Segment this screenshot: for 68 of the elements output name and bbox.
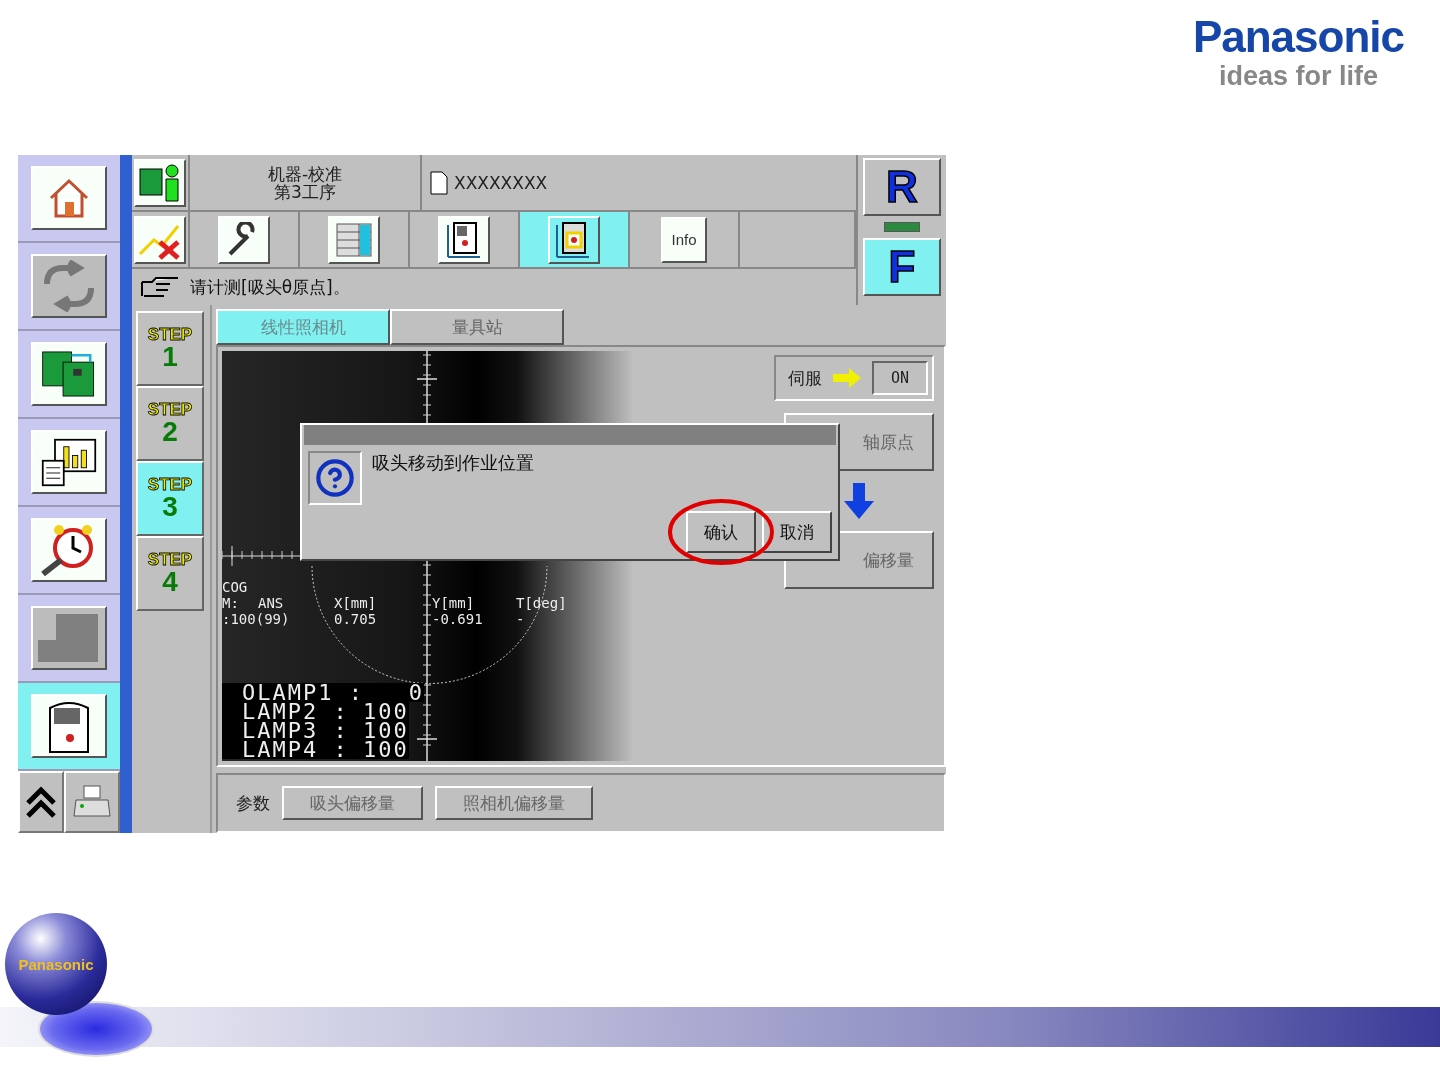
column-heading: X[mm] — [334, 595, 378, 611]
dialog-message: 吸头移动到作业位置 — [372, 451, 535, 475]
sidebar-button[interactable] — [31, 518, 107, 582]
lamp-value: 100 — [348, 740, 409, 759]
table-icon — [335, 221, 373, 258]
brand-tagline: ideas for life — [1218, 60, 1378, 92]
right-arrow-icon — [833, 368, 861, 388]
toolbar-button[interactable] — [328, 215, 380, 264]
sidebar-button[interactable] — [31, 342, 107, 406]
r-key[interactable]: R — [863, 158, 941, 216]
measurement-value: :100(99) — [222, 611, 291, 627]
toolbar-tab[interactable] — [520, 212, 630, 267]
toolbar-button[interactable] — [548, 215, 600, 264]
lamp-label: LAMP4 : — [222, 740, 349, 759]
column-heading: ANS — [258, 595, 285, 611]
sidebar-button[interactable] — [31, 430, 107, 494]
document-icon — [430, 170, 448, 195]
camera-tab[interactable]: 量具站 — [390, 309, 564, 345]
lamp-label: LAMP3 : — [222, 721, 349, 740]
measurement-value: -0.691 — [432, 611, 484, 627]
lamp-value: 0 — [363, 683, 424, 702]
brand-logo: Panasonic — [1192, 14, 1404, 60]
f-key[interactable]: F — [863, 238, 941, 296]
camera-tab[interactable]: 线性照相机 — [216, 309, 390, 345]
circuit-boards-icon — [41, 350, 97, 398]
servo-label: 伺服 — [788, 366, 822, 390]
bar-chart-report-icon — [41, 437, 97, 487]
instruction-message: 请计测[吸头θ原点]。 — [190, 275, 350, 299]
column-heading: T[deg] — [516, 595, 568, 611]
toolbar-button[interactable] — [438, 215, 490, 264]
pointing-hand-icon — [140, 276, 180, 298]
file-name: XXXXXXXX — [454, 172, 548, 193]
screen-title: 机器-校准 第3工序 — [190, 155, 422, 210]
double-chevron-up-icon — [25, 785, 57, 819]
cog-label: COG — [222, 579, 249, 595]
operator-board-icon — [138, 162, 182, 203]
column-heading: Y[mm] — [432, 595, 476, 611]
down-arrow-icon — [844, 483, 874, 519]
measurement-value: - — [516, 611, 526, 627]
measurement-value: 0.705 — [334, 611, 378, 627]
globe-logo: Panasonic — [5, 913, 107, 1015]
sidebar-button[interactable] — [31, 694, 107, 758]
step-button[interactable]: STEP 1 — [136, 311, 204, 386]
house-icon — [47, 176, 91, 220]
printer-icon — [72, 784, 112, 820]
machine-icon — [446, 220, 482, 259]
sidebar-item[interactable] — [18, 683, 120, 771]
operator-board-button[interactable] — [134, 158, 186, 207]
board-chip-icon — [884, 222, 920, 232]
lamp-label: OLAMP1 : — [222, 683, 364, 702]
sidebar-button[interactable] — [31, 166, 107, 230]
toolbar-button[interactable] — [218, 215, 270, 264]
params-label: 参数 — [236, 791, 270, 815]
step-button[interactable]: STEP 4 — [136, 536, 204, 611]
step-button[interactable]: STEP 2 — [136, 386, 204, 461]
column-heading: M: — [222, 595, 240, 611]
lamp-value: 100 — [348, 721, 409, 740]
dialog-button[interactable]: 确认 — [686, 511, 756, 553]
step-button[interactable]: STEP 3 — [136, 461, 204, 536]
cancel-trend-button[interactable] — [134, 215, 186, 264]
servo-status: ON — [872, 361, 928, 395]
info-button[interactable]: Info — [661, 216, 707, 263]
print-button[interactable] — [64, 771, 120, 833]
help-icon — [315, 458, 355, 498]
scroll-up-button[interactable] — [18, 771, 64, 833]
lamp-value: 100 — [348, 702, 409, 721]
lamp-label: LAMP2 : — [222, 702, 349, 721]
dialog-button[interactable]: 取消 — [762, 511, 832, 553]
